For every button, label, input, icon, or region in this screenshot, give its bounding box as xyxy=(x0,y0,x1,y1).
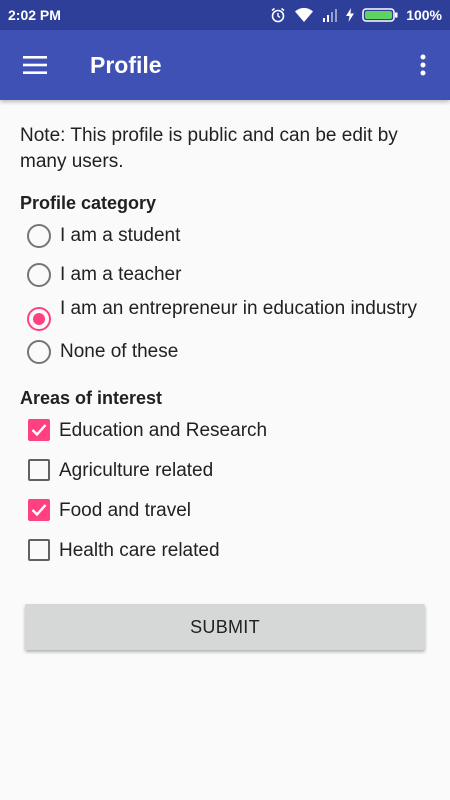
checkbox-label: Health care related xyxy=(59,540,220,561)
public-note: Note: This profile is public and can be … xyxy=(20,125,398,172)
radio-none[interactable]: None of these xyxy=(20,340,430,364)
checkbox-label: Agriculture related xyxy=(59,460,214,481)
radio-student[interactable]: I am a student xyxy=(20,224,430,248)
checkbox[interactable] xyxy=(28,499,50,521)
page-title: Profile xyxy=(90,51,162,78)
status-time: 2:02 PM xyxy=(8,7,61,23)
radio-entrepreneur[interactable]: I am an entrepreneur in education indust… xyxy=(20,297,430,331)
radio-button-selected[interactable] xyxy=(27,307,51,331)
checkbox-food-travel[interactable]: Food and travel xyxy=(20,499,430,523)
app-bar: Profile xyxy=(0,30,450,100)
profile-category-title: Profile category xyxy=(20,193,157,213)
wifi-icon xyxy=(294,7,314,23)
battery-icon xyxy=(362,7,398,23)
status-icons: 100% xyxy=(270,7,442,23)
radio-label: I am a student xyxy=(60,225,181,246)
checkbox-agriculture[interactable]: Agriculture related xyxy=(20,459,430,483)
more-vert-icon[interactable] xyxy=(396,30,450,100)
checkbox[interactable] xyxy=(28,539,50,561)
battery-percent: 100% xyxy=(406,7,442,23)
checkbox-label: Food and travel xyxy=(59,500,192,521)
radio-button[interactable] xyxy=(27,340,51,364)
submit-button[interactable]: SUBMIT xyxy=(25,604,425,650)
radio-button[interactable] xyxy=(27,224,51,248)
checkbox[interactable] xyxy=(28,419,50,441)
checkmark-icon xyxy=(31,504,47,517)
radio-selected-dot xyxy=(33,313,45,325)
radio-teacher[interactable]: I am a teacher xyxy=(20,263,430,287)
checkbox[interactable] xyxy=(28,459,50,481)
profile-form: Note: This profile is public and can be … xyxy=(0,100,450,563)
radio-label: None of these xyxy=(60,341,179,362)
checkbox-label: Education and Research xyxy=(59,420,268,441)
radio-label: I am a teacher xyxy=(60,264,182,285)
alarm-icon xyxy=(270,7,286,23)
areas-of-interest-title: Areas of interest xyxy=(20,388,163,408)
checkmark-icon xyxy=(31,424,47,437)
hamburger-menu-icon[interactable] xyxy=(0,30,70,100)
checkbox-education-research[interactable]: Education and Research xyxy=(20,419,430,443)
radio-label: I am an entrepreneur in education indust… xyxy=(60,298,417,319)
radio-button[interactable] xyxy=(27,263,51,287)
checkbox-health-care[interactable]: Health care related xyxy=(20,539,430,563)
status-bar: 2:02 PM 100% xyxy=(0,0,450,30)
charging-icon xyxy=(346,8,355,22)
signal-icon xyxy=(322,8,338,22)
